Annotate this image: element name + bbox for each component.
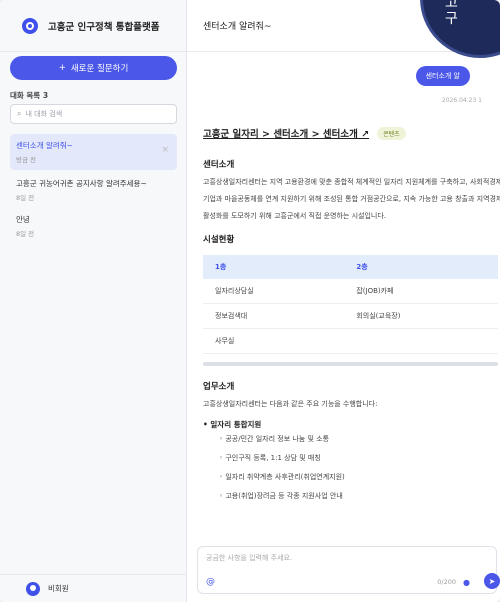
logo-icon [22,17,38,34]
message-timestamp: 2026.04.23 1 [441,97,482,104]
list-item-label: 구인구직 등록, 1:1 상담 및 매칭 [225,454,321,462]
conversation-item[interactable]: 센터소개 알려줘~ 방금 전 × [10,134,177,170]
message-composer: @ 0/200 ● ➤ [197,546,500,594]
section-title: 센터소개 [203,160,235,170]
user-name: 비회원 [48,584,69,593]
answer-content: 센터소개 고흥상생일자리센터는 지역 고용환경에 맞춘 종합적 체계적인 일자리… [203,158,500,506]
sidebar: 고흥군 인구정책 통합플랫폼 + 새로운 질문하기 대화 목록 3 ⌕ 센터소개… [0,0,187,602]
feature-list: • 일자리 통합지원 ◦ 공공/민간 일자리 정보 나눔 및 소통 ◦ 구인구직… [203,419,500,506]
plus-icon: + [58,63,66,73]
list-item: ◦ 구인구직 등록, 1:1 상담 및 매칭 [219,454,321,462]
list-item-label: 일자리 취약계층 사후관리(취업연계지원) [225,473,345,481]
table-scrollbar[interactable] [203,362,498,366]
conversation-date: 방금 전 [16,156,37,164]
table-cell [344,328,498,354]
breadcrumb: 고흥군 일자리 > 센터소개 > 센터소개 ↗ 콘텐츠 [203,126,406,140]
send-icon: ➤ [488,576,496,586]
close-icon[interactable]: × [161,145,169,155]
facility-table: 1층 2층 일자리상담실 잡(JOB)카페 정보검색대 회의실(교육장) 사무실 [203,255,498,354]
section-intro: 고흥상생일자리센터는 다음과 같은 주요 기능을 수행합니다: [203,400,378,408]
conversation-date: 8일 전 [16,194,35,202]
list-item: • 일자리 통합지원 [203,420,262,429]
table-cell: 정보검색대 [203,303,345,329]
list-item: ◦ 공공/민간 일자리 정보 나눔 및 소통 [219,435,330,443]
table-header: 2층 [344,255,498,279]
conversation-title: 센터소개 알려줘~ [16,141,73,150]
breadcrumb-link[interactable]: 고흥군 일자리 > 센터소개 > 센터소개 ↗ [203,126,369,140]
table-header-row: 1층 2층 [203,255,498,279]
list-item-label: 일자리 통합지원 [210,420,262,429]
overlay-text: 고 구 [445,0,458,27]
table-cell: 일자리상담실 [203,279,345,304]
char-counter: 0/200 [437,578,456,586]
table-row: 정보검색대 회의실(교육장) [203,303,498,329]
chat-title: 센터소개 알려줘~ [203,22,272,32]
user-message: 센터소개 알 [415,66,470,86]
list-item-label: 고용(취업)장려금 등 각종 지원사업 안내 [225,492,343,500]
new-question-label: 새로운 질문하기 [70,64,129,74]
microphone-icon[interactable]: ● [463,578,470,587]
conversation-date: 8일 전 [16,230,35,238]
table-header: 1층 [203,255,345,279]
table-cell: 회의실(교육장) [344,303,498,329]
message-input[interactable] [206,554,476,562]
sidebar-footer[interactable]: 비회원 [0,574,187,602]
section-title: 시설현황 [203,235,235,245]
conversation-title: 고흥군 귀농어귀촌 공지사항 알려주세용~ [16,179,147,188]
conversation-list-label: 대화 목록 3 [10,91,49,100]
conversation-item[interactable]: 고흥군 귀농어귀촌 공지사항 알려주세용~ 8일 전 [10,172,177,208]
table-cell: 사무실 [203,328,345,354]
conversation-item[interactable]: 안녕 8일 전 [10,208,177,244]
table-row: 사무실 [203,328,498,354]
send-button[interactable]: ➤ [484,573,500,589]
section-body: 고흥상생일자리센터는 지역 고용환경에 맞춘 종합적 체계적인 일자리 지원체계… [203,178,500,220]
table-cell: 잡(JOB)카페 [344,279,498,304]
search-input[interactable] [25,110,166,118]
app-title: 고흥군 인구정책 통합플랫폼 [48,21,160,33]
list-item: ◦ 일자리 취약계층 사후관리(취업연계지원) [219,473,345,481]
avatar [26,581,40,596]
list-item: ◦ 고용(취업)장려금 등 각종 지원사업 안내 [219,492,343,500]
content-tag: 콘텐츠 [377,126,406,140]
new-question-button[interactable]: + 새로운 질문하기 [10,56,177,80]
list-item-label: 공공/민간 일자리 정보 나눔 및 소통 [225,435,330,443]
chat-main: 센터소개 알려줘~ 고 구 센터소개 알 2026.04.23 1 고흥군 일자… [187,0,500,602]
sidebar-header: 고흥군 인구정책 통합플랫폼 [0,0,186,52]
section-title: 업무소개 [203,382,235,392]
conversation-search[interactable]: ⌕ [10,104,177,124]
table-row: 일자리상담실 잡(JOB)카페 [203,279,498,304]
search-icon: ⌕ [17,109,22,118]
mention-icon[interactable]: @ [206,577,215,587]
app-window: 고흥군 인구정책 통합플랫폼 + 새로운 질문하기 대화 목록 3 ⌕ 센터소개… [0,0,500,602]
conversation-title: 안녕 [16,215,30,224]
